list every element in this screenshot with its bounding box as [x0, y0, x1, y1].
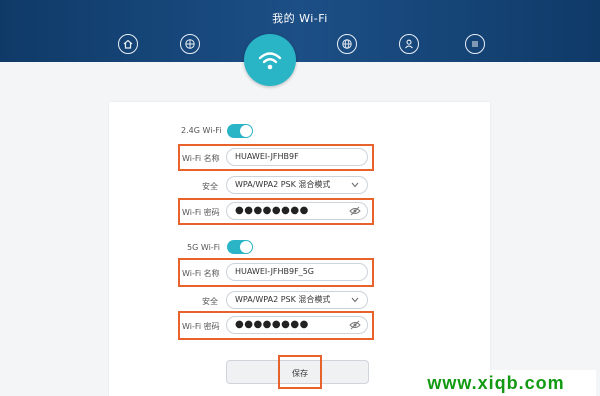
wifi24-name-value: HUAWEI-JFHB9F: [235, 152, 299, 161]
wifi24-security-select[interactable]: WPA/WPA2 PSK 混合模式: [226, 176, 368, 194]
chevron-down-icon: [351, 182, 359, 188]
user-icon[interactable]: [399, 34, 419, 54]
home-icon[interactable]: [118, 34, 138, 54]
page-title: 我的 Wi-Fi: [272, 12, 328, 25]
wifi5-name-value: HUAWEI-JFHB9F_5G: [235, 267, 315, 276]
wifi5-security-select[interactable]: WPA/WPA2 PSK 混合模式: [226, 291, 368, 309]
wifi5-name-input[interactable]: HUAWEI-JFHB9F_5G: [226, 263, 368, 281]
band-5g-toggle[interactable]: [227, 240, 253, 254]
wifi24-name-input[interactable]: HUAWEI-JFHB9F: [226, 148, 368, 166]
wifi24-password-value: ●●●●●●●●: [235, 205, 309, 216]
chevron-down-icon: [351, 297, 359, 303]
band-24g-label: 2.4G Wi-Fi: [181, 126, 222, 135]
wifi5-password-label: Wi-Fi 密码: [182, 322, 220, 331]
globe-icon[interactable]: [180, 34, 200, 54]
wifi-icon[interactable]: [244, 34, 296, 86]
wifi24-password-label: Wi-Fi 密码: [182, 208, 220, 217]
top-header: 我的 Wi-Fi: [0, 0, 600, 62]
wifi5-password-value: ●●●●●●●●: [235, 319, 309, 330]
wifi24-password-input[interactable]: ●●●●●●●●: [226, 202, 368, 220]
eye-hidden-icon[interactable]: [349, 206, 361, 216]
band-5g-label: 5G Wi-Fi: [187, 243, 220, 252]
watermark: www.xiqb.com: [396, 370, 596, 396]
wifi24-name-label: Wi-Fi 名称: [182, 154, 220, 163]
band-24g-toggle[interactable]: [227, 124, 253, 138]
menu-icon[interactable]: [465, 34, 485, 54]
wifi5-password-input[interactable]: ●●●●●●●●: [226, 316, 368, 334]
wifi24-security-value: WPA/WPA2 PSK 混合模式: [235, 180, 331, 189]
wifi5-security-value: WPA/WPA2 PSK 混合模式: [235, 295, 331, 304]
wifi5-security-label: 安全: [202, 297, 218, 306]
eye-hidden-icon[interactable]: [349, 320, 361, 330]
wifi5-name-label: Wi-Fi 名称: [182, 269, 220, 278]
save-button-label: 保存: [292, 369, 308, 378]
wifi24-security-label: 安全: [202, 182, 218, 191]
globe-network-icon[interactable]: [337, 34, 357, 54]
watermark-text: www.xiqb.com: [427, 373, 565, 393]
